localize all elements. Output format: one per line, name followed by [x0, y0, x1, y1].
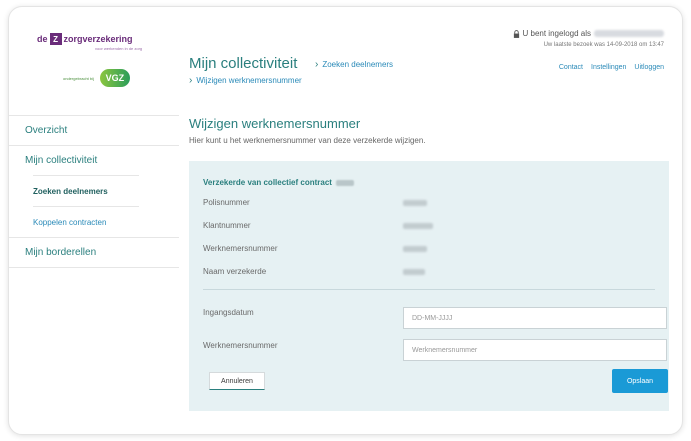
panel-heading-text: Verzekerde van collectief contract	[203, 178, 332, 187]
info-value-redacted	[403, 269, 425, 275]
info-value-redacted	[403, 223, 433, 229]
ingangsdatum-input[interactable]: DD-MM-JJJJ	[403, 307, 667, 329]
logo-number-icon: Z	[49, 33, 62, 45]
partner-caption: ondergebracht bij	[63, 75, 94, 81]
breadcrumb-level-1: › Zoeken deelnemers	[315, 59, 393, 70]
info-label-polisnummer: Polisnummer	[203, 198, 250, 207]
info-value-redacted	[403, 246, 427, 252]
section-title: Wijzigen werknemersnummer	[189, 116, 361, 131]
werknemersnummer-input[interactable]: Werknemersnummer	[403, 339, 667, 361]
logo-name: zorgverzekering	[63, 34, 133, 44]
settings-link[interactable]: Instellingen	[591, 64, 626, 71]
chevron-right-icon: ›	[189, 75, 193, 86]
cancel-button[interactable]: Annuleren	[209, 372, 265, 390]
panel-divider	[203, 289, 655, 290]
logo-tagline: voor werkenden in de zorg	[95, 46, 143, 51]
ingangsdatum-label: Ingangsdatum	[203, 308, 254, 317]
login-text: U bent ingelogd als	[522, 29, 592, 38]
partner-logo-row: ondergebracht bij VGZ	[63, 69, 130, 87]
contract-number-redacted	[335, 179, 354, 186]
sidebar-item-zoeken-deelnemers[interactable]: Zoeken deelnemers	[9, 176, 179, 206]
logo-de-text: de	[37, 34, 48, 44]
sidebar-item-mijn-borderellen[interactable]: Mijn borderellen	[9, 237, 179, 267]
top-links: Contact Instellingen Uitloggen	[559, 64, 664, 71]
contact-link[interactable]: Contact	[559, 64, 583, 71]
panel-heading: Verzekerde van collectief contract	[203, 178, 354, 187]
sidebar-item-overzicht[interactable]: Overzicht	[9, 115, 179, 145]
vgz-logo: VGZ	[99, 69, 130, 87]
edit-panel: Verzekerde van collectief contract Polis…	[189, 161, 669, 411]
app-window: de Z zorgverzekering voor werkenden in d…	[8, 6, 683, 435]
sidebar-item-koppelen-contracten[interactable]: Koppelen contracten	[9, 207, 179, 237]
sidebar-item-mijn-collectiviteit[interactable]: Mijn collectiviteit	[9, 145, 179, 175]
login-status: U bent ingelogd als	[513, 29, 664, 38]
save-button[interactable]: Opslaan	[612, 369, 668, 393]
info-label-naam-verzekerde: Naam verzekerde	[203, 267, 267, 276]
info-value-redacted	[403, 200, 427, 206]
page-title: Mijn collectiviteit	[189, 55, 298, 72]
logout-link[interactable]: Uitloggen	[634, 64, 664, 71]
breadcrumb-level-2: › Wijzigen werknemersnummer	[189, 75, 302, 86]
breadcrumb-zoeken-deelnemers[interactable]: Zoeken deelnemers	[322, 60, 393, 69]
last-visit-text: Uw laatste bezoek was 14-09-2018 om 13:4…	[543, 42, 664, 48]
info-label-werknemersnummer: Werknemersnummer	[203, 244, 278, 253]
breadcrumb-wijzigen-werknemersnummer[interactable]: Wijzigen werknemersnummer	[196, 76, 301, 85]
sidebar-divider	[9, 267, 179, 268]
lock-icon	[513, 29, 519, 38]
sidebar: Overzicht Mijn collectiviteit Zoeken dee…	[9, 115, 179, 268]
info-label-klantnummer: Klantnummer	[203, 221, 251, 230]
zorgverzekering-logo[interactable]: de Z zorgverzekering	[37, 33, 133, 45]
chevron-right-icon: ›	[315, 59, 319, 70]
section-subtitle: Hier kunt u het werknemersnummer van dez…	[189, 136, 426, 145]
user-email-redacted	[594, 30, 664, 37]
werknemersnummer-label: Werknemersnummer	[203, 341, 278, 350]
